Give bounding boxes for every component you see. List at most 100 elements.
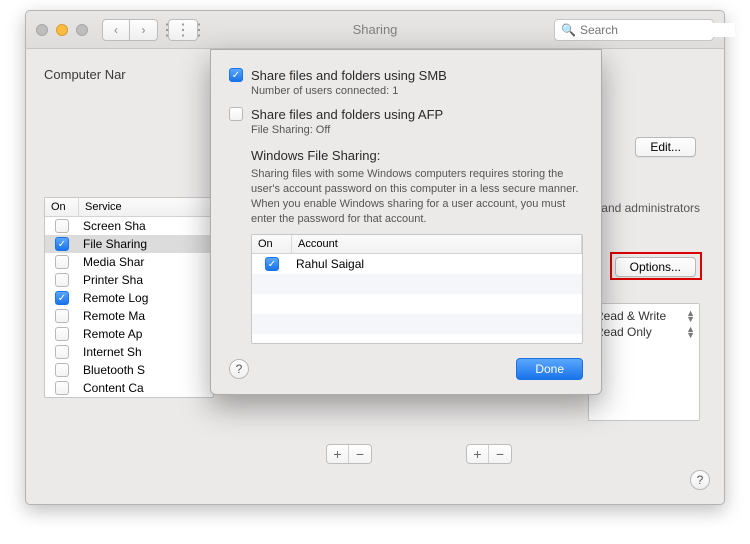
service-label: File Sharing [79,235,213,253]
wfs-title: Windows File Sharing: [251,148,583,163]
smb-subtext: Number of users connected: 1 [251,85,583,97]
wfs-description: Sharing files with some Windows computer… [251,167,583,226]
service-label: Internet Sh [79,343,213,361]
nav-segmented: ‹ › [102,19,158,41]
service-label: Remote Log [79,289,213,307]
service-label: Content Ca [79,379,213,397]
help-button[interactable]: ? [229,359,249,379]
check-icon: ✓ [58,239,66,250]
smb-label: Share files and folders using SMB [251,68,447,83]
done-button[interactable]: Done [516,358,583,380]
service-checkbox[interactable]: ✓ [55,291,69,305]
admins-text: and administrators [601,201,700,215]
service-label: Remote Ap [79,325,213,343]
col-on: On [45,198,79,216]
account-name: Rahul Saigal [292,257,582,271]
afp-label: Share files and folders using AFP [251,107,443,122]
smb-checkbox[interactable]: ✓ [229,68,243,82]
sheet-footer: ? Done [229,358,583,380]
options-button[interactable]: Options... [615,257,696,277]
permission-row[interactable]: Read Only ▲▼ [595,324,693,340]
service-label: Printer Sha [79,271,213,289]
close-icon[interactable] [36,24,48,36]
back-button[interactable]: ‹ [102,19,130,41]
services-header: On Service [45,198,213,217]
minus-icon: − [496,446,504,462]
service-checkbox[interactable]: ✓ [55,237,69,251]
services-list: On Service Screen Sha ✓ File SharingMedia … [44,197,214,398]
search-icon: 🔍 [561,23,576,37]
smb-row[interactable]: ✓ Share files and folders using SMB [229,68,583,83]
stepper-icon[interactable]: ▲▼ [686,310,693,322]
afp-row[interactable]: Share files and folders using AFP [229,107,583,122]
col-on: On [252,235,292,253]
plus-minus-group: + − [466,444,512,464]
service-checkbox[interactable] [55,255,69,269]
show-all-button[interactable]: ⋮⋮⋮ [168,19,198,41]
service-row[interactable]: Printer Sha [45,271,213,289]
service-row[interactable]: Content Ca [45,379,213,397]
remove-button[interactable]: − [489,445,511,463]
remove-button[interactable]: − [349,445,371,463]
service-checkbox[interactable] [55,309,69,323]
forward-button[interactable]: › [130,19,158,41]
service-label: Media Shar [79,253,213,271]
service-checkbox[interactable] [55,381,69,395]
permission-label: Read Only [595,325,652,339]
add-button[interactable]: + [327,445,349,463]
service-checkbox[interactable] [55,273,69,287]
account-row[interactable]: ✓ Rahul Saigal [252,254,582,274]
help-icon: ? [697,473,704,487]
grid-icon: ⋮⋮⋮ [159,20,207,40]
service-row[interactable]: Media Shar [45,253,213,271]
add-button[interactable]: + [467,445,489,463]
accounts-header: On Account [252,235,582,254]
account-row-empty [252,294,582,314]
chevron-left-icon: ‹ [114,23,118,37]
computer-name-label: Computer Nar [44,67,126,82]
search-field-wrap[interactable]: 🔍 [554,19,714,41]
help-button[interactable]: ? [690,470,710,490]
service-checkbox[interactable] [55,219,69,233]
account-checkbox[interactable]: ✓ [265,257,279,271]
accounts-table: On Account ✓ Rahul Saigal [251,234,583,344]
afp-subtext: File Sharing: Off [251,124,583,136]
stepper-icon[interactable]: ▲▼ [686,326,693,338]
service-checkbox[interactable] [55,327,69,341]
col-account: Account [292,235,582,253]
account-row-empty [252,314,582,334]
check-icon: ✓ [232,70,240,81]
search-input[interactable] [580,23,735,37]
service-row[interactable]: Remote Ma [45,307,213,325]
service-row[interactable]: Internet Sh [45,343,213,361]
plus-minus-group: + − [326,444,372,464]
service-checkbox[interactable] [55,363,69,377]
edit-button[interactable]: Edit... [635,137,696,157]
permission-label: Read & Write [595,309,666,323]
service-checkbox[interactable] [55,345,69,359]
afp-checkbox[interactable] [229,107,243,121]
traffic-lights [36,24,88,36]
titlebar: ‹ › ⋮⋮⋮ Sharing 🔍 [26,11,724,49]
minus-icon: − [356,446,364,462]
account-row-empty [252,274,582,294]
help-icon: ? [236,362,243,376]
service-row[interactable]: ✓ Remote Log [45,289,213,307]
service-row[interactable]: Remote Ap [45,325,213,343]
service-label: Screen Sha [79,217,213,235]
plus-icon: + [473,446,481,462]
plus-icon: + [333,446,341,462]
col-service: Service [79,198,213,216]
zoom-icon[interactable] [76,24,88,36]
check-icon: ✓ [268,259,276,270]
options-sheet: ✓ Share files and folders using SMB Numb… [210,49,602,395]
service-row[interactable]: Screen Sha [45,217,213,235]
service-row[interactable]: ✓ File Sharing [45,235,213,253]
service-row[interactable]: Bluetooth S [45,361,213,379]
check-icon: ✓ [58,293,66,304]
chevron-right-icon: › [142,23,146,37]
permission-row[interactable]: Read & Write ▲▼ [595,308,693,324]
permissions-list[interactable]: Read & Write ▲▼ Read Only ▲▼ [588,303,700,421]
service-label: Bluetooth S [79,361,213,379]
minimize-icon[interactable] [56,24,68,36]
